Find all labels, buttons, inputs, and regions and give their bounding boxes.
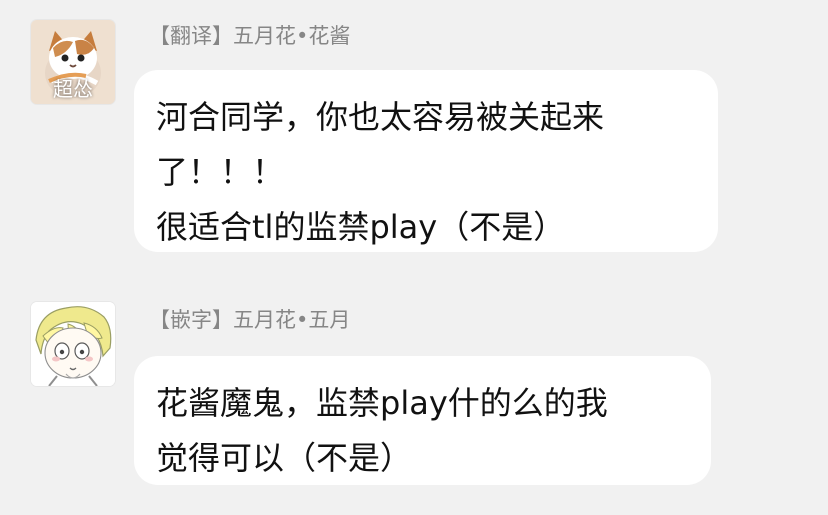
message-line: 河合同学，你也太容易被关起来 (156, 98, 605, 136)
sender-name: 【嵌字】五月花•五月 (149, 308, 351, 332)
message-line: 了！！！ (156, 153, 285, 191)
sender-name: 【翻译】五月花•花酱 (149, 24, 351, 48)
cat-avatar-icon[interactable]: 超怂 (31, 20, 115, 104)
message-line: 觉得可以（不是） (156, 439, 413, 477)
message-bubble: 花酱魔鬼，监禁play什的么的我 觉得可以（不是） (134, 356, 711, 485)
avatar-caption: 超怂 (53, 77, 93, 101)
message-line: 花酱魔鬼，监禁play什的么的我 (156, 384, 608, 422)
message-line: 很适合tl的监禁play（不是） (156, 208, 566, 246)
message-bubble: 河合同学，你也太容易被关起来 了！！！ 很适合tl的监禁play（不是） (134, 70, 718, 252)
anime-avatar-icon[interactable] (31, 302, 115, 386)
